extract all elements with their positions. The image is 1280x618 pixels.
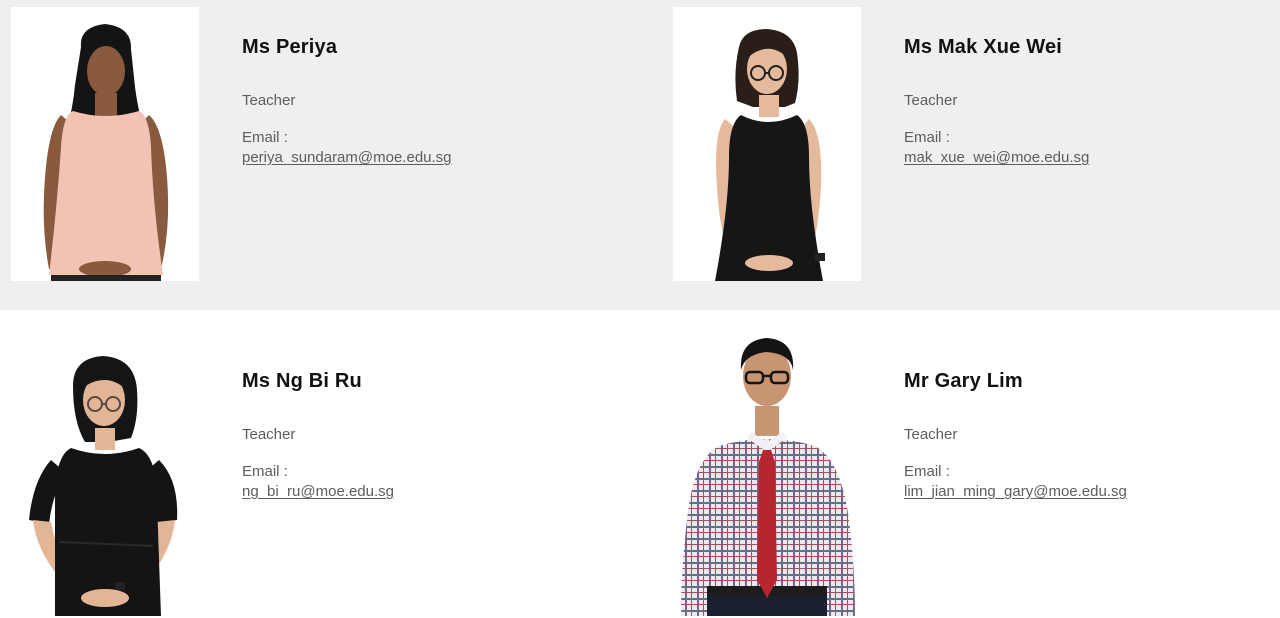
email-link[interactable]: periya_sundaram@moe.edu.sg xyxy=(242,149,452,167)
staff-info: Ms Ng Bi Ru Teacher Email : ng_bi_ru@moe… xyxy=(242,368,622,501)
staff-info: Ms Mak Xue Wei Teacher Email : mak_xue_w… xyxy=(904,34,1280,167)
staff-info: Ms Periya Teacher Email : periya_sundara… xyxy=(242,34,622,167)
staff-photo xyxy=(11,310,199,616)
staff-name: Ms Periya xyxy=(242,36,338,58)
staff-row-1: Ms Periya Teacher Email : periya_sundara… xyxy=(0,0,1280,310)
staff-row-2: Ms Ng Bi Ru Teacher Email : ng_bi_ru@moe… xyxy=(0,310,1280,618)
email-label: Email : xyxy=(242,129,288,146)
email-label: Email : xyxy=(904,463,950,480)
staff-role: Teacher xyxy=(904,92,958,109)
staff-card: Ms Ng Bi Ru Teacher Email : ng_bi_ru@moe… xyxy=(0,310,640,618)
email-label: Email : xyxy=(904,129,950,146)
staff-photo xyxy=(673,310,861,616)
staff-card: Mr Gary Lim Teacher Email : lim_jian_min… xyxy=(662,310,1280,618)
staff-role: Teacher xyxy=(242,426,296,443)
staff-name: Ms Ng Bi Ru xyxy=(242,370,362,392)
email-link[interactable]: mak_xue_wei@moe.edu.sg xyxy=(904,149,1089,167)
email-label: Email : xyxy=(242,463,288,480)
email-link[interactable]: lim_jian_ming_gary@moe.edu.sg xyxy=(904,483,1127,501)
staff-role: Teacher xyxy=(904,426,958,443)
staff-card: Ms Mak Xue Wei Teacher Email : mak_xue_w… xyxy=(662,0,1280,310)
staff-role: Teacher xyxy=(242,92,296,109)
staff-name: Ms Mak Xue Wei xyxy=(904,36,1063,58)
staff-info: Mr Gary Lim Teacher Email : lim_jian_min… xyxy=(904,368,1280,501)
staff-name: Mr Gary Lim xyxy=(904,370,1023,392)
staff-photo xyxy=(11,7,199,281)
staff-card: Ms Periya Teacher Email : periya_sundara… xyxy=(0,0,640,310)
staff-photo xyxy=(673,7,861,281)
email-link[interactable]: ng_bi_ru@moe.edu.sg xyxy=(242,483,394,501)
